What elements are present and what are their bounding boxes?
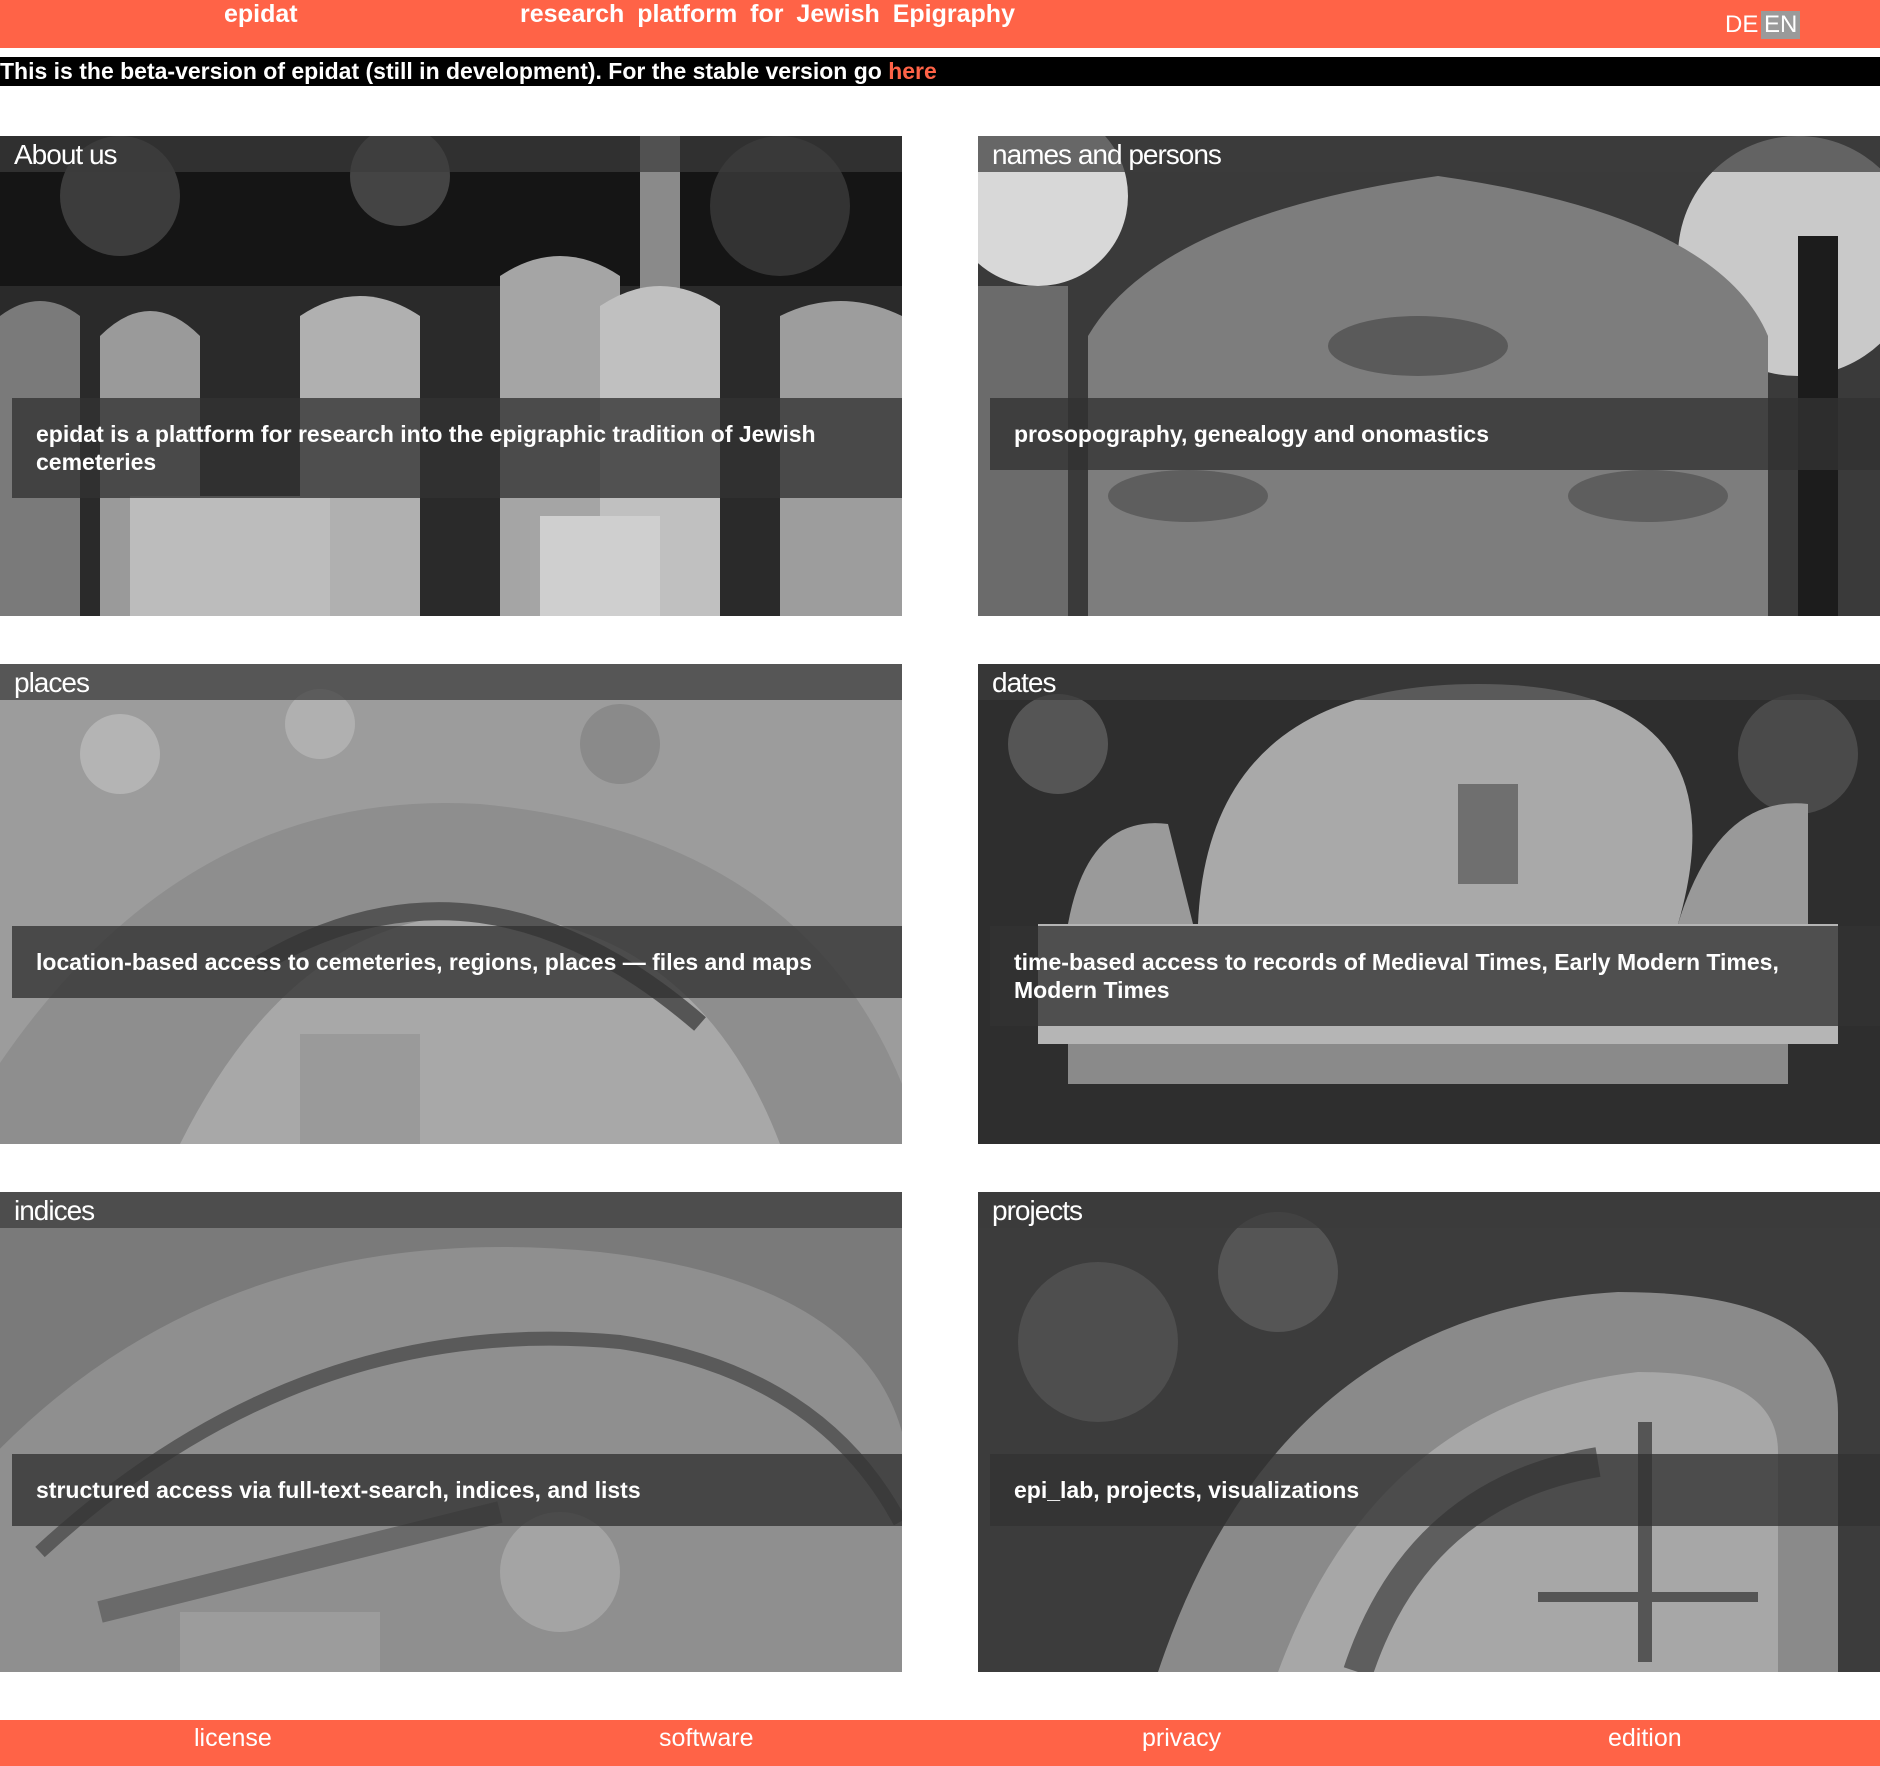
tile-names-and-persons[interactable]: names and persons prosopography, genealo… <box>978 136 1880 616</box>
tile-about-us[interactable]: About us epidat is a plattform for resea… <box>0 136 902 616</box>
tile-title-bar <box>978 664 1880 700</box>
beta-notice-bar: This is the beta-version of epidat (stil… <box>0 57 1880 86</box>
tile-title-bar <box>0 664 902 700</box>
language-en-link[interactable]: EN <box>1761 11 1801 39</box>
tile-title-bar <box>0 1192 902 1228</box>
tile-projects[interactable]: projects epi_lab, projects, visualizatio… <box>978 1192 1880 1672</box>
stable-version-link[interactable]: here <box>888 58 937 84</box>
footer-license-link[interactable]: license <box>194 1720 272 1756</box>
footer-software-link[interactable]: software <box>659 1720 753 1756</box>
tile-title: About us <box>14 139 118 170</box>
tile-title: dates <box>992 667 1056 698</box>
hourglass-stone-photo <box>978 664 1880 1144</box>
tile-title: names and persons <box>992 139 1222 170</box>
cemetery-photo <box>0 136 902 616</box>
tile-title-bar <box>978 1192 1880 1228</box>
tile-caption: epidat is a plattform for research into … <box>12 398 902 498</box>
tile-title: projects <box>992 1195 1083 1226</box>
relief-carving-photo <box>0 664 902 1144</box>
tile-places[interactable]: places location-based access to cemeteri… <box>0 664 902 1144</box>
tile-title: places <box>14 667 90 698</box>
footer-bar: license software privacy edition <box>0 1720 1880 1766</box>
tile-caption: epi_lab, projects, visualizations <box>990 1454 1880 1526</box>
inscription-photo <box>0 1192 902 1672</box>
site-tagline: research platform for Jewish Epigraphy <box>520 0 1015 28</box>
language-de-link[interactable]: DE <box>1722 11 1761 39</box>
tile-caption: prosopography, genealogy and onomastics <box>990 398 1880 470</box>
tile-dates[interactable]: dates time-based access to records of Me… <box>978 664 1880 1144</box>
tile-caption: structured access via full-text-search, … <box>12 1454 902 1526</box>
tombstone-photo <box>978 136 1880 616</box>
tile-caption: location-based access to cemeteries, reg… <box>12 926 902 998</box>
tile-caption: time-based access to records of Medieval… <box>990 926 1880 1026</box>
site-brand-link[interactable]: epidat <box>224 0 298 28</box>
tile-title: indices <box>14 1195 95 1226</box>
tile-title-bar <box>0 136 902 172</box>
tile-indices[interactable]: indices structured access via full-text-… <box>0 1192 902 1672</box>
beta-notice-text: This is the beta-version of epidat (stil… <box>0 58 889 84</box>
top-bar: epidat research platform for Jewish Epig… <box>0 0 1880 48</box>
arched-stone-photo <box>978 1192 1880 1672</box>
footer-privacy-link[interactable]: privacy <box>1142 1720 1221 1756</box>
footer-edition-link[interactable]: edition <box>1608 1720 1682 1756</box>
